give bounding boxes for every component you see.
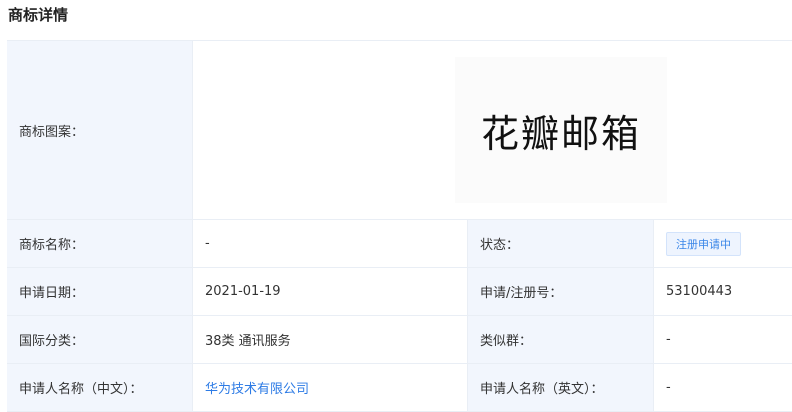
- trademark-detail-page: 商标详情 商标图案： 花瓣邮箱 商标名称： - 状态： 注册申请中 申请日期： …: [0, 0, 792, 412]
- label-application-date: 申请日期：: [7, 268, 193, 315]
- row-applicant: 申请人名称（中文）： 华为技术有限公司 申请人名称（英文）： -: [7, 364, 792, 412]
- trademark-logo-text: 花瓣邮箱: [480, 111, 641, 156]
- value-registration-number: 53100443: [654, 268, 792, 315]
- applicant-cn-cell: 华为技术有限公司: [193, 364, 468, 411]
- label-applicant-en: 申请人名称（英文）：: [468, 364, 654, 411]
- label-international-class: 国际分类：: [7, 316, 193, 363]
- label-trademark-name: 商标名称：: [7, 220, 193, 267]
- row-trademark-name: 商标名称： - 状态： 注册申请中: [7, 220, 792, 268]
- row-application-date: 申请日期： 2021-01-19 申请/注册号： 53100443: [7, 268, 792, 316]
- value-applicant-en: -: [654, 364, 792, 411]
- row-trademark-image: 商标图案： 花瓣邮箱: [7, 41, 792, 220]
- applicant-cn-link[interactable]: 华为技术有限公司: [205, 378, 309, 397]
- label-status: 状态：: [468, 220, 654, 267]
- value-application-date: 2021-01-19: [193, 268, 468, 315]
- value-similar-group: -: [654, 316, 792, 363]
- trademark-info-table: 商标图案： 花瓣邮箱 商标名称： - 状态： 注册申请中 申请日期： 2021-…: [7, 40, 792, 412]
- page-title: 商标详情: [8, 6, 69, 24]
- label-similar-group: 类似群：: [468, 316, 654, 363]
- label-registration-number: 申请/注册号：: [468, 268, 654, 315]
- status-cell: 注册申请中: [654, 220, 792, 267]
- trademark-image-cell: 花瓣邮箱: [193, 41, 792, 219]
- label-applicant-cn: 申请人名称（中文）：: [7, 364, 193, 411]
- label-trademark-image: 商标图案：: [7, 41, 193, 219]
- value-trademark-name: -: [193, 220, 468, 267]
- trademark-logo-image: 花瓣邮箱: [455, 57, 667, 203]
- status-badge: 注册申请中: [666, 231, 741, 256]
- row-international-class: 国际分类： 38类 通讯服务 类似群： -: [7, 316, 792, 364]
- value-international-class: 38类 通讯服务: [193, 316, 468, 363]
